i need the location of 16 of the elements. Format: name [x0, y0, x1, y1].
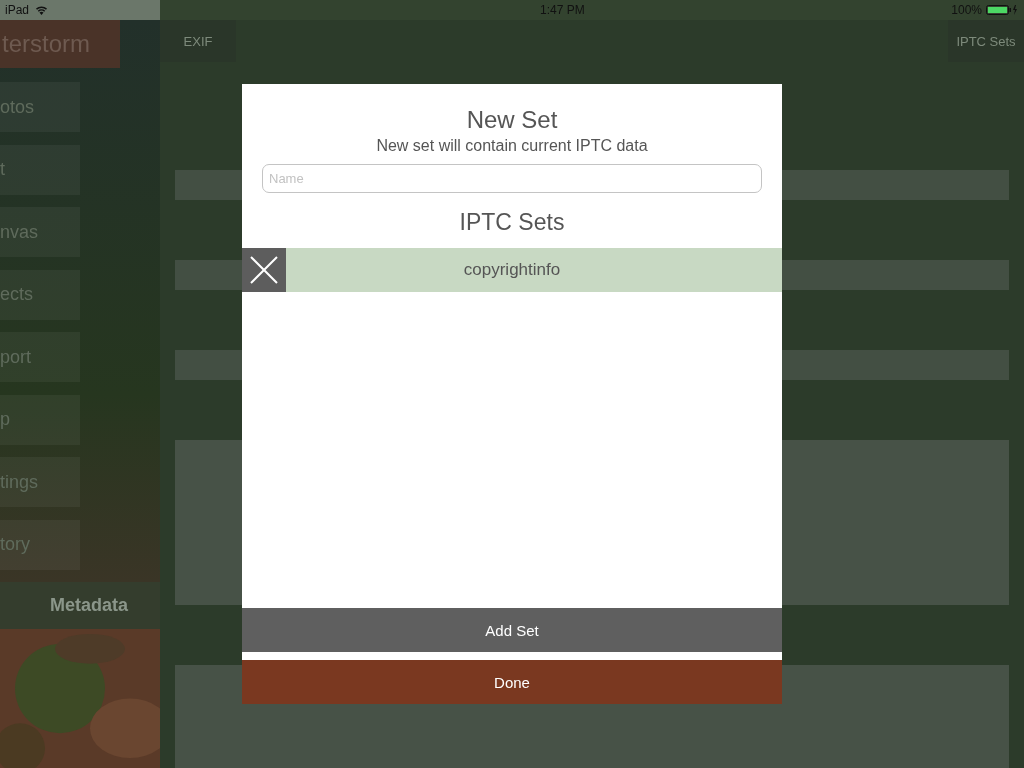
dialog-title: New Set: [466, 106, 558, 134]
sidebar-item[interactable]: Metadata: [0, 582, 160, 629]
delete-button[interactable]: [242, 248, 286, 292]
name-field[interactable]: Name: [262, 164, 762, 193]
add-set-button[interactable]: Add Set: [242, 608, 782, 652]
battery-icon: [986, 5, 1018, 15]
close-icon: [250, 256, 278, 284]
device-name: iPad: [5, 3, 30, 17]
set-row[interactable]: copyrightinfo: [242, 248, 782, 292]
sets-heading: IPTC Sets: [459, 209, 565, 236]
wifi-icon: [35, 5, 49, 15]
exif-button[interactable]: EXIF: [160, 20, 236, 62]
dialog-subtitle: New set will contain current IPTC data: [376, 137, 648, 155]
set-name: copyrightinfo: [462, 260, 562, 280]
iptc-sets-button[interactable]: IPTC Sets: [948, 20, 1024, 62]
done-button[interactable]: Done: [242, 660, 782, 704]
